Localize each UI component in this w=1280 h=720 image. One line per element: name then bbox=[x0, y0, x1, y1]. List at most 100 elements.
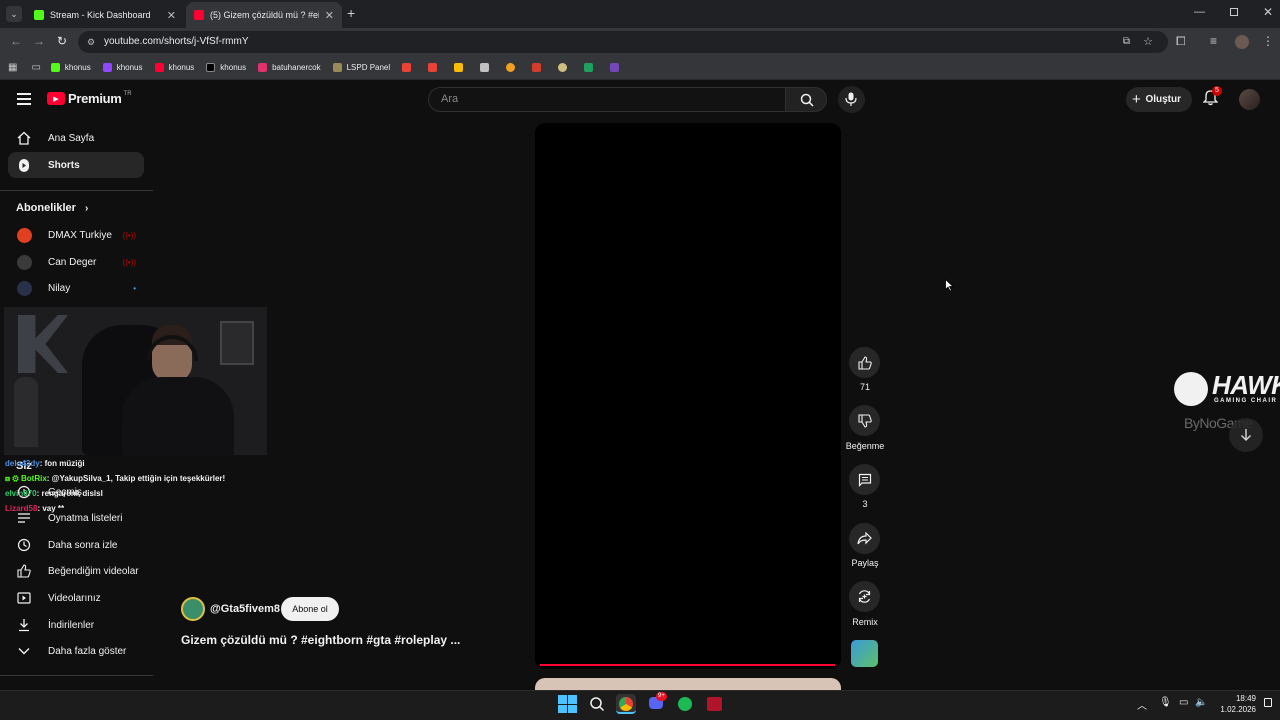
close-tab-icon[interactable]: ✕ bbox=[325, 9, 334, 22]
x-icon bbox=[206, 63, 216, 72]
short-title[interactable]: Gizem çözüldü mü ? #eightborn #gta #role… bbox=[181, 633, 460, 647]
sidebar-item-liked-videos[interactable]: Beğendiğim videolar bbox=[8, 558, 144, 584]
search-icon bbox=[800, 93, 814, 107]
windows-start-icon[interactable] bbox=[557, 694, 577, 714]
home-icon bbox=[8, 131, 40, 145]
share-button[interactable] bbox=[849, 523, 880, 554]
bookmark-chatgpt[interactable] bbox=[558, 63, 572, 72]
media-controls-icon[interactable]: ≡ bbox=[1210, 34, 1217, 48]
hamburger-menu-icon[interactable] bbox=[17, 93, 31, 105]
site-info-icon[interactable]: ⚙ bbox=[87, 31, 95, 53]
sound-thumbnail[interactable] bbox=[851, 640, 878, 667]
sidebar-item-watch-later[interactable]: Daha sonra izle bbox=[8, 532, 144, 558]
discord-badge: 9+ bbox=[656, 692, 667, 701]
remix-button[interactable] bbox=[849, 581, 880, 612]
microphone-tray-icon[interactable]: 🎙 bbox=[1159, 697, 1172, 708]
sidebar-item-your-videos[interactable]: Videolarınız bbox=[8, 585, 144, 611]
clock[interactable]: 18:49 1.02.2026 bbox=[1212, 693, 1256, 715]
apps-grid-icon[interactable]: ▦ bbox=[8, 62, 17, 73]
show-hidden-icons-icon[interactable]: ︿ bbox=[1137, 697, 1147, 712]
volume-icon[interactable]: 🔈 bbox=[1195, 697, 1207, 708]
spotify-icon[interactable] bbox=[675, 694, 695, 714]
install-app-icon[interactable]: ⧉ bbox=[1123, 31, 1130, 53]
discord-icon[interactable]: 9+ bbox=[646, 692, 667, 714]
sidebar-item-can-deger[interactable]: Can Deger ((•)) bbox=[8, 249, 144, 275]
chat-message: Lizard58: vay ** bbox=[5, 504, 65, 513]
app-icon[interactable] bbox=[704, 694, 724, 714]
close-tab-icon[interactable]: ✕ bbox=[167, 9, 176, 22]
microphone-icon bbox=[845, 92, 857, 106]
bookmark-lspd[interactable]: LSPD Panel bbox=[332, 63, 390, 72]
bookmark-gmail-3[interactable] bbox=[454, 63, 468, 72]
voice-search-button[interactable] bbox=[838, 86, 865, 113]
bookmark-forms[interactable] bbox=[610, 63, 624, 72]
bookmark-sheets[interactable] bbox=[584, 63, 598, 72]
sidebar-item-home[interactable]: Ana Sayfa bbox=[8, 125, 144, 151]
channel-avatar bbox=[16, 280, 32, 296]
search-icon[interactable] bbox=[587, 694, 607, 714]
tab-list-dropdown[interactable]: ⌄ bbox=[6, 6, 22, 22]
bookmark-red[interactable] bbox=[532, 63, 546, 72]
tab-kick-dashboard[interactable]: Stream - Kick Dashboard ✕ bbox=[26, 2, 184, 28]
bookmark-twitch[interactable]: khonus bbox=[102, 63, 143, 72]
restore-button[interactable] bbox=[1230, 8, 1238, 16]
live-icon: ((•)) bbox=[122, 230, 136, 240]
create-button[interactable]: + Oluştur bbox=[1126, 87, 1192, 112]
chrome-menu-icon[interactable]: ⋮ bbox=[1262, 34, 1274, 48]
youtube-premium-logo[interactable]: ▶ Premium TR bbox=[47, 91, 132, 106]
chrome-icon[interactable] bbox=[616, 694, 636, 714]
subscriptions-heading[interactable]: Abonelikler › bbox=[16, 202, 88, 214]
reload-icon[interactable]: ↻ bbox=[57, 34, 67, 48]
video-progress-bar[interactable] bbox=[540, 664, 835, 666]
bookmark-star-icon[interactable]: ☆ bbox=[1143, 31, 1153, 53]
download-icon bbox=[8, 618, 40, 632]
sidebar-item-show-more[interactable]: Daha fazla göster bbox=[8, 638, 144, 664]
search-input[interactable]: Ara bbox=[428, 87, 786, 112]
streamer-torso bbox=[122, 377, 234, 455]
mouse-cursor-icon bbox=[945, 279, 954, 292]
sidebar-item-downloads[interactable]: İndirilenler bbox=[8, 612, 144, 638]
logo-k-icon bbox=[18, 315, 68, 373]
search-button[interactable] bbox=[785, 87, 827, 112]
bookmark-gmail-2[interactable] bbox=[428, 63, 442, 72]
shorts-video-player[interactable] bbox=[535, 123, 841, 669]
extensions-icon[interactable]: ⧠ bbox=[1176, 34, 1186, 49]
hawk-sponsor-logo: HAWK GAMING CHAIR ByNoGame bbox=[1174, 370, 1280, 440]
address-bar[interactable]: ⚙ youtube.com/shorts/j-VfSf-rmmY ⧉ ☆ bbox=[78, 31, 1168, 53]
network-icon[interactable]: ▭ bbox=[1179, 697, 1188, 708]
bookmark-docs[interactable] bbox=[480, 63, 494, 72]
dislike-button[interactable] bbox=[849, 405, 880, 436]
bookmark-instagram[interactable]: batuhanercok bbox=[258, 63, 321, 72]
comments-button[interactable] bbox=[849, 464, 880, 495]
bookmark-gmail[interactable] bbox=[402, 63, 416, 72]
bookmark-orange[interactable] bbox=[506, 63, 520, 72]
close-window-button[interactable]: ✕ bbox=[1263, 5, 1273, 19]
chat-message: delo43dy: fon müziği bbox=[5, 459, 85, 468]
bookmark-youtube[interactable]: khonus bbox=[154, 63, 194, 72]
account-avatar[interactable] bbox=[1239, 89, 1260, 110]
forms-icon bbox=[610, 63, 620, 72]
sidebar-item-dmax[interactable]: DMAX Turkiye ((•)) bbox=[8, 222, 144, 248]
sidebar-item-label: Nilay bbox=[48, 282, 71, 294]
back-icon[interactable]: ← bbox=[10, 34, 22, 48]
bookmark-kick[interactable]: khonus bbox=[50, 63, 91, 72]
profile-avatar[interactable] bbox=[1235, 35, 1249, 49]
minimize-button[interactable]: — bbox=[1194, 6, 1205, 18]
new-tab-button[interactable]: + bbox=[347, 5, 355, 21]
sidebar-item-nilay[interactable]: Nilay • bbox=[8, 275, 144, 301]
next-video-button[interactable] bbox=[1229, 418, 1263, 452]
subscribe-button[interactable]: Abone ol bbox=[281, 597, 339, 621]
gmail-icon bbox=[454, 63, 464, 72]
bookmark-x[interactable]: khonus bbox=[206, 63, 246, 72]
sidebar-item-shorts[interactable]: Shorts bbox=[8, 152, 144, 178]
notification-center-icon[interactable] bbox=[1264, 698, 1272, 707]
skull-figure bbox=[14, 377, 38, 447]
forward-icon[interactable]: → bbox=[33, 34, 45, 48]
folder-icon[interactable]: ▭ bbox=[31, 62, 40, 73]
tab-youtube-short[interactable]: (5) Gizem çözüldü mü ? #ei ✕ bbox=[186, 2, 342, 28]
channel-avatar[interactable] bbox=[181, 597, 205, 621]
like-button[interactable] bbox=[849, 347, 880, 378]
notifications-button[interactable]: 5 bbox=[1202, 86, 1222, 108]
dislike-label: Beğenme bbox=[845, 441, 885, 451]
channel-name[interactable]: @Gta5fivem8 bbox=[210, 603, 280, 615]
